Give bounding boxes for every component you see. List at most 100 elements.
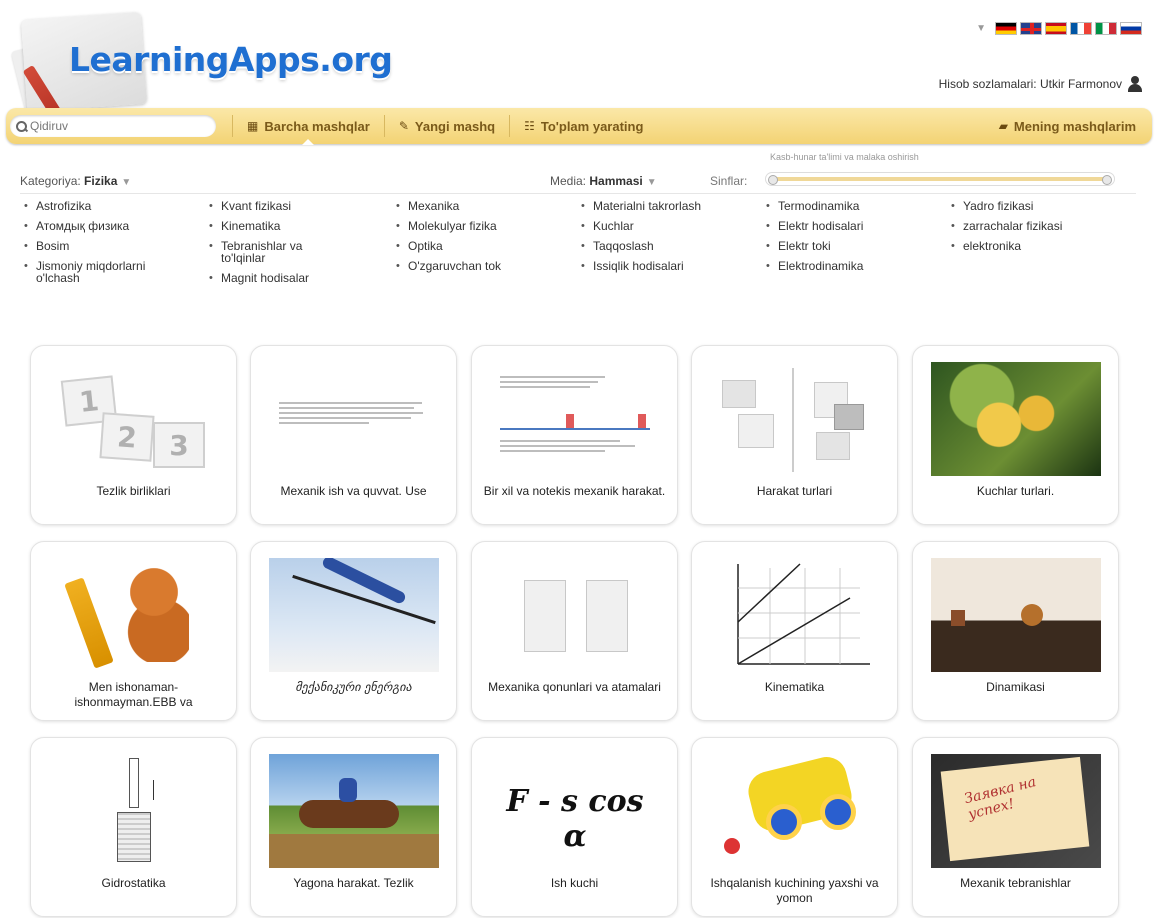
category-filter[interactable]: Kategoriya: Fizika ▼ (20, 174, 131, 188)
category-link[interactable]: Kvant fizikasi (207, 200, 387, 212)
exercise-card[interactable]: Dinamikasi (912, 541, 1119, 721)
header: LearningApps.org ▼ Hisob sozlamalari: Ut… (0, 0, 1156, 120)
category-link[interactable]: Kuchlar (579, 220, 759, 232)
category-link[interactable]: Jismoniy miqdorlarni o'lchash (22, 260, 182, 284)
filter-divider (20, 193, 1136, 194)
chevron-down-icon[interactable]: ▼ (121, 177, 131, 188)
category-link[interactable]: Mexanika (394, 200, 574, 212)
category-link[interactable]: Elektr toki (764, 240, 944, 252)
category-link[interactable]: Magnit hodisalar (207, 272, 387, 284)
exercise-card[interactable]: Bir xil va notekis mexanik harakat. (471, 345, 678, 525)
exercise-thumbnail (269, 362, 439, 476)
category-link[interactable]: Bosim (22, 240, 202, 252)
chevron-down-icon[interactable]: ▼ (976, 23, 986, 34)
flag-es-icon[interactable] (1045, 22, 1067, 35)
exercise-card[interactable]: Kinematika (691, 541, 898, 721)
category-link[interactable]: Tebranishlar va to'lqinlar (207, 240, 347, 264)
category-filter-value[interactable]: Fizika (84, 174, 117, 188)
tab-all-exercises[interactable]: ▦ Barcha mashqlar (241, 108, 376, 145)
media-filter-value[interactable]: Hammasi (589, 174, 642, 188)
search-icon (16, 120, 27, 132)
exercise-title: Ishqalanish kuchining yaxshi va yomon (710, 876, 879, 905)
work-formula: F - s cos α (506, 784, 644, 854)
category-link[interactable]: Атомдық физика (22, 220, 202, 232)
category-link[interactable]: Elektr hodisalari (764, 220, 944, 232)
grade-slider-max-handle[interactable] (1102, 175, 1112, 185)
text-card-icon (738, 414, 774, 448)
category-link[interactable]: Issiqlik hodisalari (579, 260, 759, 272)
category-column: Kvant fizikasi Kinematika Tebranishlar v… (207, 200, 387, 292)
category-link[interactable]: elektronika (949, 240, 1129, 252)
language-selector[interactable]: ▼ (976, 22, 1142, 35)
exercise-card[interactable]: Yagona harakat. Tezlik (250, 737, 457, 917)
tab-my-exercises-label: Mening mashqlarim (1013, 118, 1136, 134)
logo[interactable]: LearningApps.org (10, 10, 394, 120)
tab-new-exercise-label: Yangi mashq (414, 118, 496, 134)
exercise-thumbnail: F - s cos α (490, 754, 660, 868)
flag-it-icon[interactable] (1095, 22, 1117, 35)
tab-my-exercises[interactable]: ▰ Mening mashqlarim (993, 108, 1142, 144)
exercise-card[interactable]: Men ishonaman-ishonmayman.EBB va (30, 541, 237, 721)
flag-ru-icon[interactable] (1120, 22, 1142, 35)
grade-filter-label: Sinflar: (710, 174, 748, 188)
ski-jumper-photo (269, 558, 439, 672)
category-link[interactable]: Astrofizika (22, 200, 202, 212)
tab-all-exercises-label: Barcha mashqlar (264, 118, 370, 134)
chevron-down-icon[interactable]: ▼ (647, 177, 657, 188)
image-icon (722, 380, 756, 408)
category-link[interactable]: O'zgaruvchan tok (394, 260, 574, 272)
tab-create-collection[interactable]: ☷ To'plam yarating (518, 108, 649, 144)
account-label[interactable]: Hisob sozlamalari: Utkir Farmonov (939, 77, 1122, 91)
flower-photo (931, 362, 1101, 476)
exercise-card[interactable]: Gidrostatika (30, 737, 237, 917)
flag-gb-icon[interactable] (1020, 22, 1042, 35)
category-link[interactable]: Materialni takrorlash (579, 200, 759, 212)
category-column: Termodinamika Elektr hodisalari Elektr t… (764, 200, 944, 280)
exercise-card[interactable]: F - s cos α Ish kuchi (471, 737, 678, 917)
category-link[interactable]: zarrachalar fizikasi (949, 220, 1129, 232)
category-list: Astrofizika Атомдық физика Bosim Jismoni… (22, 200, 1132, 310)
flag-fr-icon[interactable] (1070, 22, 1092, 35)
note-photo: Заявка на успех! (931, 754, 1101, 868)
exercise-thumbnail (931, 558, 1101, 672)
exercise-card[interactable]: Kuchlar turlari. (912, 345, 1119, 525)
flag-de-icon[interactable] (995, 22, 1017, 35)
exercise-card[interactable]: Ishqalanish kuchining yaxshi va yomon (691, 737, 898, 917)
search-input[interactable] (30, 119, 210, 133)
squirrel-illustration (119, 562, 189, 662)
ball-icon (724, 838, 740, 854)
person-icon (638, 414, 646, 428)
category-link[interactable]: Optika (394, 240, 574, 252)
category-link[interactable]: Kinematika (207, 220, 387, 232)
category-column: Materialni takrorlash Kuchlar Taqqoslash… (579, 200, 759, 280)
category-link[interactable]: Yadro fizikasi (949, 200, 1129, 212)
category-link[interactable]: Termodinamika (764, 200, 944, 212)
exercise-card[interactable]: Harakat turlari (691, 345, 898, 525)
exercise-card[interactable]: Mexanika qonunlari va atamalari (471, 541, 678, 721)
wheel-icon (766, 804, 802, 840)
exercise-title: Kinematika (764, 680, 825, 694)
arrow-up-icon (153, 780, 154, 800)
exercise-thumbnail (490, 362, 660, 476)
grade-slider[interactable] (765, 172, 1115, 186)
exercise-card[interactable]: 1 2 3 Tezlik birliklari (30, 345, 237, 525)
tab-new-exercise[interactable]: ✎ Yangi mashq (393, 108, 501, 144)
exercise-card[interactable]: Заявка на успех! Mexanik tebranishlar (912, 737, 1119, 917)
category-link[interactable]: Taqqoslash (579, 240, 759, 252)
user-icon[interactable] (1128, 76, 1142, 92)
grade-slider-min-handle[interactable] (768, 175, 778, 185)
exercise-card[interactable]: Mexanik ish va quvvat. Use (250, 345, 457, 525)
category-link[interactable]: Molekulyar fizika (394, 220, 574, 232)
exercise-title: Mexanik ish va quvvat. Use (280, 484, 427, 498)
account-settings-link[interactable]: Hisob sozlamalari: Utkir Farmonov (939, 76, 1142, 92)
collection-icon: ☷ (524, 119, 535, 133)
wheel-icon (820, 794, 856, 830)
exercise-card[interactable]: მექანიკური ენერგია (250, 541, 457, 721)
search-box[interactable] (10, 115, 216, 137)
media-filter[interactable]: Media: Hammasi ▼ (550, 174, 657, 188)
exercise-thumbnail (269, 754, 439, 868)
category-column: Yadro fizikasi zarrachalar fizikasi elek… (949, 200, 1129, 260)
exercise-title: Yagona harakat. Tezlik (293, 876, 414, 890)
category-link[interactable]: Elektrodinamika (764, 260, 944, 272)
video-icon (834, 404, 864, 430)
